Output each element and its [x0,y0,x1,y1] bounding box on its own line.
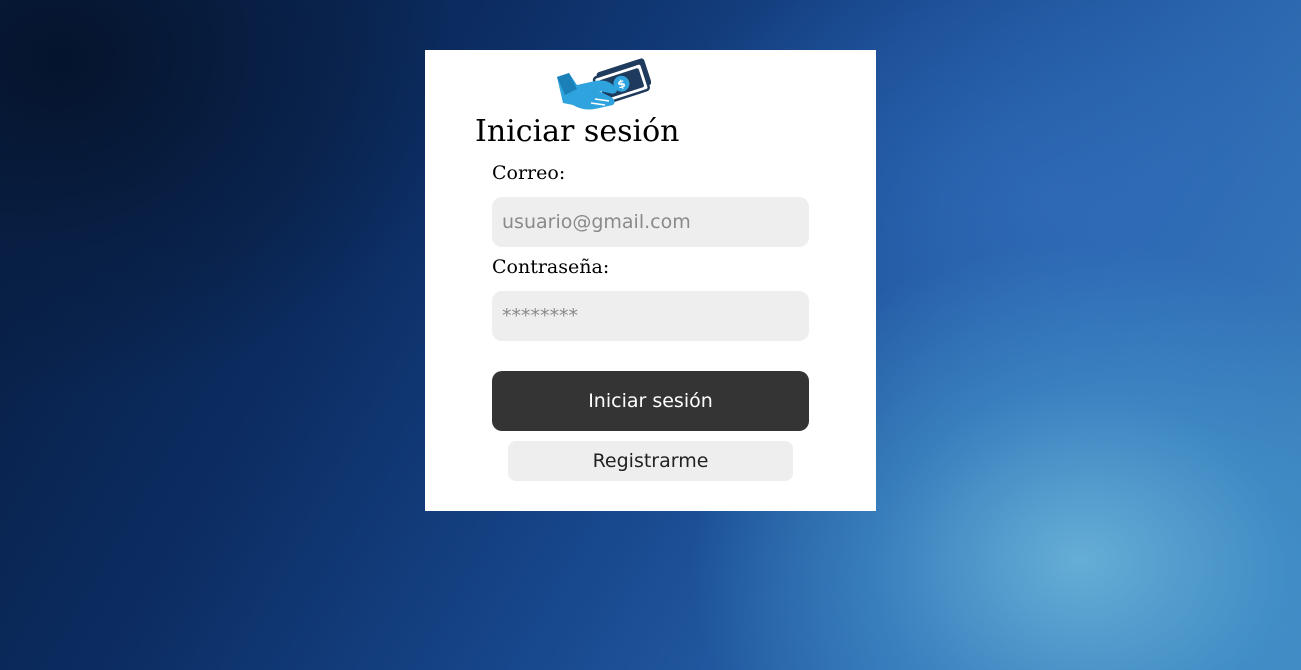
page-title: Iniciar sesión [475,114,680,149]
register-button[interactable]: Registrarme [508,441,793,481]
login-card: $ Iniciar sesión Correo: Contraseña: Ini… [425,50,876,511]
handshake-money-icon: $ [557,58,651,110]
password-label: Contraseña: [492,256,610,278]
email-field[interactable] [492,197,809,247]
login-button[interactable]: Iniciar sesión [492,371,809,431]
email-label: Correo: [492,162,566,184]
password-field[interactable] [492,291,809,341]
